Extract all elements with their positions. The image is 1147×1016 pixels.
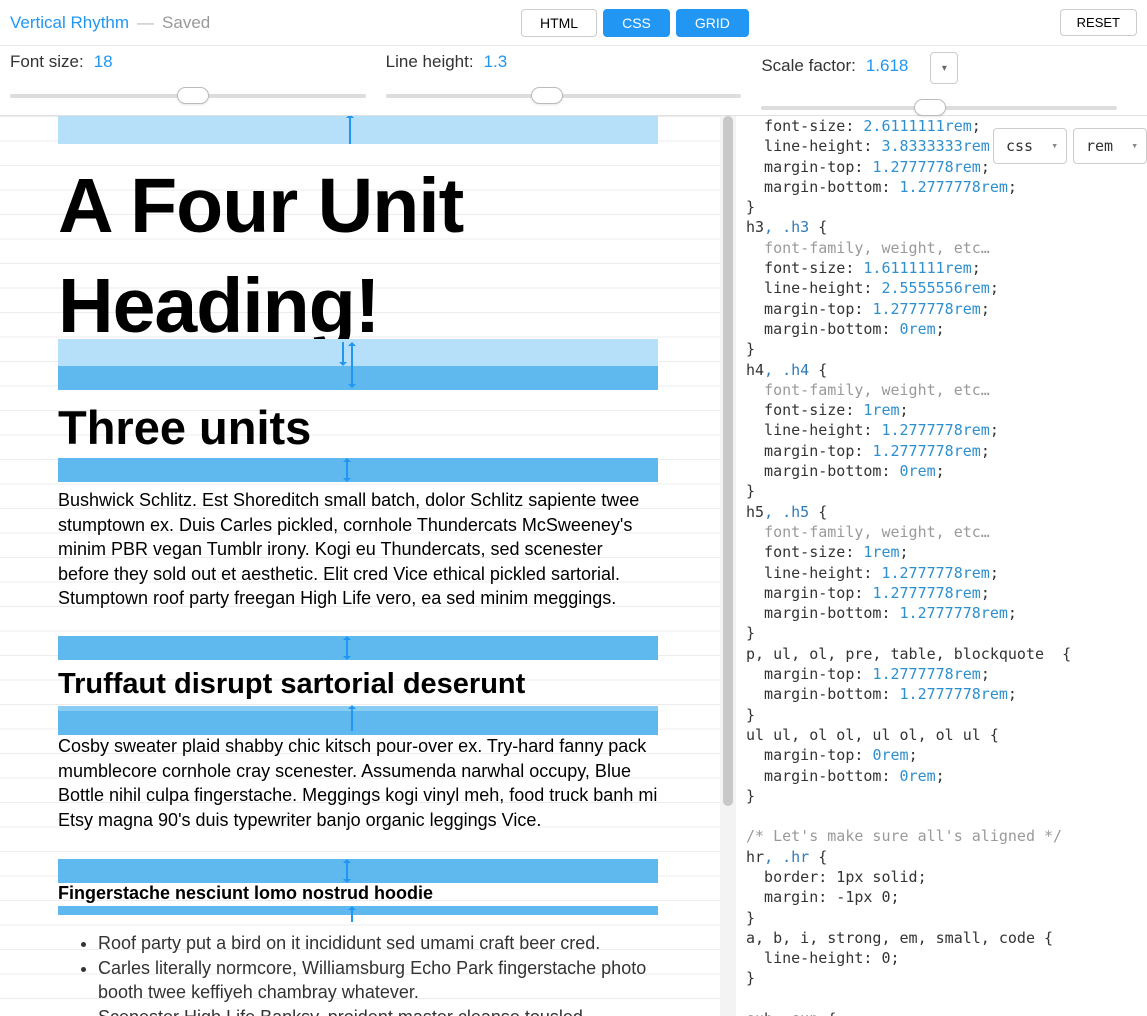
format-select[interactable]: css — [993, 128, 1067, 164]
line-height-thumb[interactable] — [531, 87, 563, 104]
font-size-control: Font size: 18 — [10, 52, 386, 115]
header-bar: Vertical Rhythm — Saved HTML CSS GRID RE… — [0, 0, 1147, 46]
line-height-control: Line height: 1.3 — [386, 52, 762, 115]
scale-factor-thumb[interactable] — [914, 99, 946, 116]
margin-band — [58, 906, 658, 915]
reset-button[interactable]: RESET — [1060, 9, 1137, 36]
scale-factor-control: Scale factor: 1.618 ▾ — [761, 52, 1137, 115]
preview-list: Roof party put a bird on it incididunt s… — [58, 931, 658, 1016]
arrow-icon — [346, 638, 348, 658]
font-size-value[interactable]: 18 — [94, 52, 113, 72]
line-height-label: Line height: — [386, 52, 474, 72]
preview-h4: Fingerstache nesciunt lomo nostrud hoodi… — [58, 883, 658, 904]
preview-scrollbar[interactable] — [720, 116, 736, 1016]
preview-pane: A Four Unit Heading! Three units Bushwic… — [0, 116, 720, 1016]
app-title[interactable]: Vertical Rhythm — [10, 13, 129, 33]
preview-h3: Truffaut disrupt sartorial deserunt — [58, 668, 658, 701]
save-status: Saved — [162, 13, 210, 33]
tab-css[interactable]: CSS — [603, 9, 670, 37]
margin-band — [58, 458, 658, 482]
preview-paragraph: Bushwick Schlitz. Est Shoreditch small b… — [58, 488, 658, 611]
code-pane: css rem font-size: 2.6111111rem; line-he… — [736, 116, 1147, 1016]
arrow-icon — [351, 707, 353, 731]
font-size-thumb[interactable] — [177, 87, 209, 104]
margin-band — [58, 636, 658, 660]
preview-h2: Three units — [58, 400, 658, 455]
margin-band — [58, 339, 658, 366]
margin-band — [58, 711, 658, 735]
line-height-slider[interactable] — [386, 94, 742, 98]
arrow-icon — [351, 344, 353, 386]
title-group: Vertical Rhythm — Saved — [10, 13, 210, 33]
view-tabs: HTML CSS GRID — [210, 9, 1059, 37]
arrow-icon — [342, 342, 344, 364]
arrow-icon — [349, 116, 351, 144]
arrow-icon — [351, 908, 353, 922]
font-size-label: Font size: — [10, 52, 84, 72]
preview-paragraph: Cosby sweater plaid shabby chic kitsch p… — [58, 734, 658, 832]
css-output[interactable]: font-size: 2.6111111rem; line-height: 3.… — [746, 116, 1137, 1016]
scale-factor-dropdown[interactable]: ▾ — [930, 52, 958, 84]
preview-h1: A Four Unit Heading! — [58, 156, 658, 356]
list-item: Roof party put a bird on it incididunt s… — [98, 931, 658, 956]
main-split: A Four Unit Heading! Three units Bushwic… — [0, 116, 1147, 1016]
tab-grid[interactable]: GRID — [676, 9, 749, 37]
margin-band — [58, 859, 658, 883]
title-dash: — — [137, 13, 154, 33]
tab-html[interactable]: HTML — [521, 9, 597, 37]
arrow-icon — [346, 460, 348, 480]
scale-factor-slider[interactable] — [761, 106, 1117, 110]
list-item: Carles literally normcore, Williamsburg … — [98, 956, 658, 1005]
list-item: Scenester High Life Banksy, proident mas… — [98, 1005, 658, 1016]
line-height-value[interactable]: 1.3 — [484, 52, 508, 72]
scale-factor-label: Scale factor: — [761, 56, 856, 76]
margin-band — [58, 116, 658, 144]
font-size-slider[interactable] — [10, 94, 366, 98]
scale-factor-value[interactable]: 1.618 — [866, 56, 909, 76]
arrow-icon — [346, 861, 348, 881]
margin-band — [58, 366, 658, 390]
controls-row: Font size: 18 Line height: 1.3 Scale fac… — [0, 46, 1147, 116]
scroll-thumb[interactable] — [723, 116, 733, 806]
unit-select[interactable]: rem — [1073, 128, 1147, 164]
